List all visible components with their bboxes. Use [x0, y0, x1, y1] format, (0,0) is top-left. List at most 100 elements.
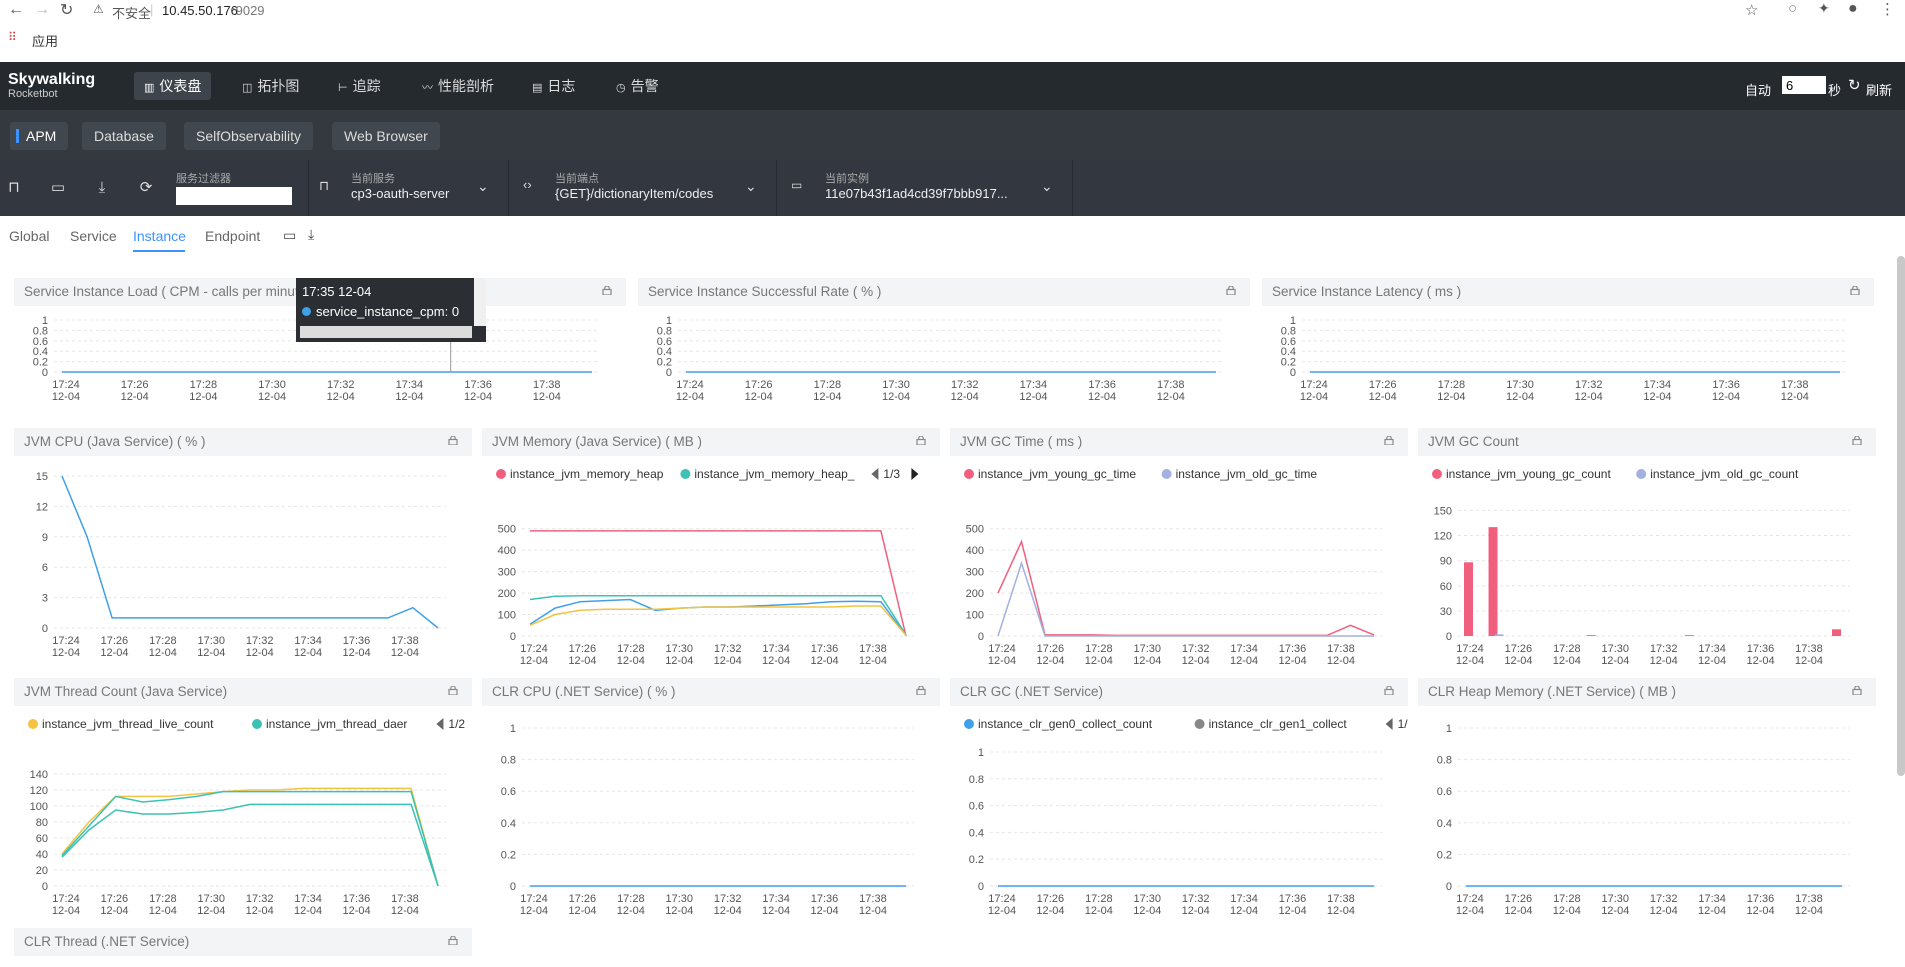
bookmark-apps[interactable]: 应用 [32, 31, 58, 50]
legend-item[interactable]: instance_jvm_young_gc_time [978, 467, 1136, 481]
auto-refresh-label[interactable]: 自动 [1745, 80, 1771, 99]
bar[interactable] [1464, 562, 1473, 636]
chart-gctime[interactable]: instance_jvm_young_gc_time instance_jvm_o… [950, 428, 1408, 668]
chart-success[interactable]: 10.80.60.40.2017:2412-0417:2612-0417:281… [638, 278, 1250, 418]
tab-global[interactable]: Global [9, 228, 49, 244]
refresh-label[interactable]: 刷新 [1866, 80, 1892, 99]
series-line[interactable] [997, 560, 1374, 637]
series-line[interactable] [61, 787, 439, 887]
url-host[interactable]: 10.45.50.176 [162, 3, 238, 18]
download-icon[interactable]: ⤓ [308, 226, 314, 243]
series-line[interactable] [529, 605, 907, 636]
active-marker-icon [16, 129, 19, 143]
chart-cpu[interactable]: 1512963017:2412-0417:2612-0417:2812-0417… [14, 428, 472, 668]
puzzle-icon[interactable]: ✦ [1818, 0, 1830, 17]
chart-clrheap[interactable]: 10.80.60.40.2017:2412-0417:2612-0417:281… [1418, 678, 1876, 918]
star-icon[interactable]: ☆ [1745, 1, 1758, 19]
layer-tab-selfobservability[interactable]: SelfObservability [184, 122, 314, 150]
refresh-interval-input[interactable] [1782, 76, 1826, 94]
apps-grid-icon: ⠿ [8, 30, 17, 44]
back-icon[interactable]: ← [8, 1, 24, 19]
menu-kebab-icon[interactable]: ⋮ [1880, 0, 1895, 18]
x-tick-label: 17:38 [1795, 893, 1823, 905]
series-line[interactable] [529, 598, 907, 636]
legend-item[interactable]: instance_jvm_thread_live_count [42, 717, 214, 731]
x-tick-label: 17:24 [1300, 379, 1328, 391]
layer-tab-web-browser[interactable]: Web Browser [332, 122, 440, 150]
series-line[interactable] [530, 530, 907, 637]
layer-tab-apm[interactable]: APM [10, 122, 69, 150]
x-tick-date: 12-04 [810, 905, 838, 917]
nav-topology[interactable]: ◫ 拓扑图 [232, 72, 309, 100]
legend-prev-icon[interactable] [436, 718, 444, 730]
service-selector[interactable]: ⊓ 当前服务 cp3-oauth-server ⌄ [308, 160, 505, 216]
legend-dot-icon [1636, 469, 1647, 479]
bar[interactable] [1488, 527, 1498, 636]
extension-circle-icon[interactable]: ○ [1788, 0, 1797, 17]
series-line[interactable] [61, 790, 439, 887]
logo-subtitle: Rocketbot [8, 88, 58, 100]
bar[interactable] [1494, 634, 1504, 636]
legend-item[interactable]: instance_clr_gen1_collect [1209, 717, 1348, 731]
chart-memory[interactable]: instance_jvm_memory_heap instance_jvm_mem… [482, 428, 940, 668]
series-line[interactable] [997, 539, 1375, 637]
service-filter-input[interactable] [176, 187, 292, 205]
logo[interactable]: Skywalking Rocketbot [8, 72, 95, 101]
legend-item[interactable]: instance_jvm_old_gc_time [1176, 467, 1318, 481]
tab-endpoint[interactable]: Endpoint [205, 228, 260, 244]
nav-log[interactable]: ▤ 日志 [522, 72, 585, 100]
legend-next-icon[interactable] [911, 468, 919, 480]
tab-instance[interactable]: Instance [133, 228, 186, 244]
chart-latency[interactable]: 10.80.60.40.2017:2412-0417:2612-0417:281… [1262, 278, 1874, 418]
chart-clrcpu[interactable]: 10.80.60.40.2017:2412-0417:2612-0417:281… [482, 678, 940, 918]
folder-icon[interactable]: ▭ [48, 178, 68, 198]
lock-icon[interactable] [448, 936, 458, 945]
tooltip-h-scrollbar[interactable] [300, 326, 472, 338]
legend-prev-icon[interactable] [1385, 718, 1393, 730]
legend-item[interactable]: instance_jvm_old_gc_count [1650, 467, 1799, 481]
reload-icon[interactable]: ↻ [60, 0, 73, 20]
endpoint-selector[interactable]: ‹› 当前端点 {GET}/dictionaryItem/codes ⌄ [508, 160, 775, 216]
account-icon[interactable]: ● [1848, 0, 1858, 18]
page-scrollbar[interactable] [1897, 256, 1905, 776]
bar[interactable] [1586, 635, 1596, 636]
panel-title: CLR Thread (.NET Service) [14, 928, 472, 956]
nav-profile[interactable]: 〰性能剖析 [412, 72, 504, 100]
x-tick-label: 17:24 [52, 635, 80, 647]
nav-alarm[interactable]: ◷ 告警 [606, 72, 669, 100]
legend-item[interactable]: instance_jvm_young_gc_count [1446, 467, 1611, 481]
instance-selector[interactable]: ▭ 当前实例 11e07b43f1ad4cd39f7bbb917... ⌄ [776, 160, 1073, 216]
layer-tab-database[interactable]: Database [82, 122, 166, 150]
x-tick-date: 12-04 [568, 905, 596, 917]
legend-item[interactable]: instance_jvm_thread_daer [266, 717, 407, 731]
sync-icon[interactable]: ⟳ [136, 178, 156, 198]
tab-service[interactable]: Service [70, 228, 117, 244]
series-line[interactable] [61, 475, 439, 629]
x-tick-label: 17:28 [617, 643, 645, 655]
legend-prev-icon[interactable] [871, 468, 879, 480]
nav-trace[interactable]: ⊢ 追踪 [328, 72, 391, 100]
x-tick-label: 17:32 [1650, 643, 1678, 655]
chart-clrgc[interactable]: instance_clr_gen0_collect_count instance_… [950, 678, 1408, 918]
x-tick-date: 12-04 [1746, 905, 1774, 917]
legend-item[interactable]: instance_jvm_memory_heap_ [694, 467, 854, 481]
x-tick-label: 17:34 [1230, 893, 1258, 905]
y-tick-label: 0.2 [1437, 849, 1452, 861]
chart-thread[interactable]: instance_jvm_thread_live_count instance_j… [14, 678, 472, 918]
legend-item[interactable]: instance_jvm_memory_heap [510, 467, 664, 481]
service-filter-label: 服务过滤器 [176, 173, 231, 185]
refresh-icon[interactable]: ↻ [1848, 76, 1861, 94]
download-icon[interactable]: ⤓ [92, 178, 112, 198]
tooltip-dot-icon [302, 307, 311, 316]
series-line[interactable] [61, 803, 439, 887]
nav-dashboard[interactable]: ▥ 仪表盘 [134, 72, 212, 100]
x-tick-date: 12-04 [197, 905, 225, 917]
chart-gccount[interactable]: instance_jvm_young_gc_count instance_jvm_… [1418, 428, 1876, 668]
forward-icon[interactable]: → [34, 1, 50, 19]
bar[interactable] [1684, 635, 1694, 636]
folder-icon[interactable]: ▭ [283, 227, 296, 244]
bar[interactable] [1832, 629, 1841, 636]
tooltip-v-scrollbar[interactable] [474, 278, 486, 326]
lock-icon[interactable]: ⊓ [4, 178, 24, 198]
legend-item[interactable]: instance_clr_gen0_collect_count [978, 717, 1153, 731]
